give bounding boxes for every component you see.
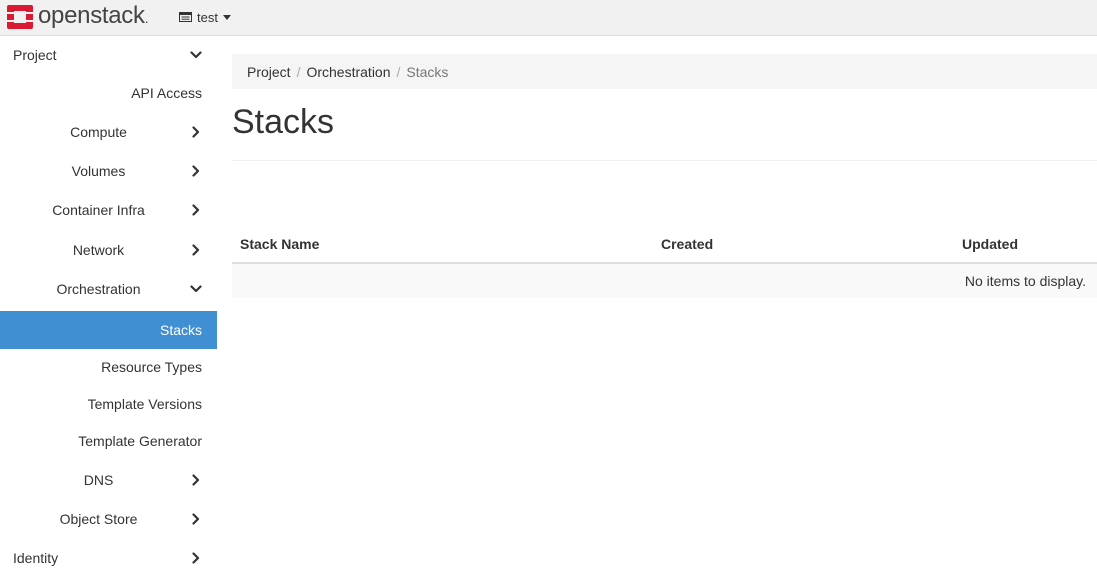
chevron-down-icon <box>190 51 202 59</box>
sidebar-item-api-access[interactable]: API Access <box>0 74 217 112</box>
chevron-right-icon <box>192 165 200 177</box>
brand-link[interactable]: openstack. <box>6 2 149 31</box>
breadcrumb-separator: / <box>396 63 401 80</box>
sidebar-item-label: Project <box>13 47 57 63</box>
empty-message: No items to display. <box>964 273 1086 289</box>
chevron-right-icon <box>192 244 200 256</box>
sidebar-item-object-store[interactable]: Object Store <box>0 500 217 538</box>
sidebar-item-label: Template Versions <box>87 395 202 412</box>
sidebar-item-label: Stacks <box>159 322 202 338</box>
table-empty-row: No items to display. <box>232 264 1097 298</box>
chevron-right-icon <box>192 204 200 216</box>
project-switcher[interactable]: test <box>179 8 231 26</box>
sidebar-item-label: Compute <box>70 124 127 140</box>
breadcrumb-orchestration[interactable]: Orchestration <box>306 64 390 80</box>
column-header-created[interactable]: Created <box>661 236 713 252</box>
sidebar-item-label: Network <box>72 242 125 258</box>
sidebar-item-volumes[interactable]: Volumes <box>0 152 217 190</box>
chevron-right-icon <box>192 552 200 564</box>
chevron-right-icon <box>192 126 200 138</box>
sidebar-item-label: Volumes <box>71 163 126 179</box>
sidebar-item-dns[interactable]: DNS <box>0 461 217 499</box>
chevron-right-icon <box>192 513 200 525</box>
sidebar-item-container-infra[interactable]: Container Infra <box>0 191 217 229</box>
column-header-stack-name[interactable]: Stack Name <box>240 236 319 252</box>
sidebar-item-project[interactable]: Project <box>0 36 217 74</box>
sidebar-item-label: Template Generator <box>78 432 202 449</box>
table-header: Stack Name Created Updated <box>232 226 1097 264</box>
sidebar: Project API Access Compute Volumes Conta… <box>0 36 217 587</box>
sidebar-item-label: Orchestration <box>56 281 141 297</box>
chevron-down-icon <box>190 285 202 293</box>
project-icon <box>179 12 192 22</box>
project-name: test <box>197 9 218 25</box>
sidebar-item-template-versions[interactable]: Template Versions <box>0 385 217 422</box>
breadcrumb-project[interactable]: Project <box>247 64 291 80</box>
column-header-updated[interactable]: Updated <box>962 236 1018 252</box>
sidebar-item-template-generator[interactable]: Template Generator <box>0 422 217 459</box>
breadcrumb: Project / Orchestration / Stacks <box>232 54 1097 89</box>
title-divider <box>232 160 1097 161</box>
sidebar-item-compute[interactable]: Compute <box>0 113 217 151</box>
sidebar-item-network[interactable]: Network <box>0 231 217 269</box>
sidebar-item-stacks[interactable]: Stacks <box>0 311 217 349</box>
sidebar-item-label: DNS <box>83 472 114 488</box>
brand-name: openstack. <box>38 2 149 29</box>
sidebar-item-orchestration[interactable]: Orchestration <box>0 270 217 308</box>
sidebar-item-label: Resource Types <box>101 358 202 375</box>
top-navbar: openstack. test <box>0 0 1097 36</box>
page-title: Stacks <box>232 103 335 141</box>
sidebar-item-label: Identity <box>13 550 59 566</box>
chevron-right-icon <box>192 474 200 486</box>
sidebar-item-identity[interactable]: Identity <box>0 539 217 577</box>
sidebar-item-resource-types[interactable]: Resource Types <box>0 348 217 385</box>
sidebar-item-label: API Access <box>131 85 202 101</box>
breadcrumb-separator: / <box>296 63 301 80</box>
breadcrumb-current: Stacks <box>406 63 449 80</box>
caret-down-icon <box>222 14 231 20</box>
openstack-logo-icon <box>7 5 33 29</box>
sidebar-item-label: Container Infra <box>52 202 145 218</box>
sidebar-item-label: Object Store <box>59 511 138 527</box>
